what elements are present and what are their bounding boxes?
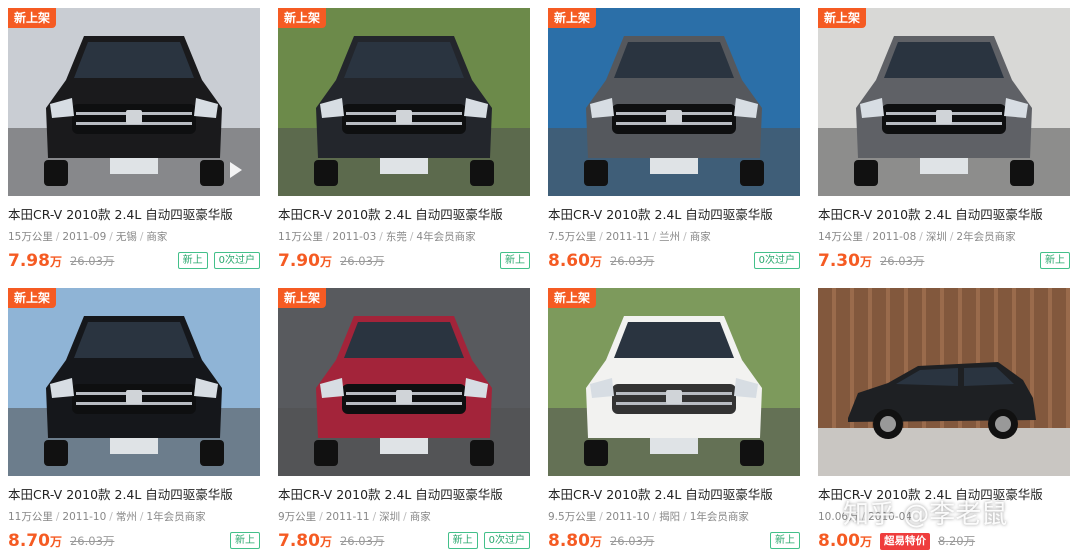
listing-tag: 新上 — [447, 532, 478, 549]
new-listing-badge: 新上架 — [8, 288, 57, 308]
listing-tags: 新上 — [230, 532, 260, 549]
listing-title[interactable]: 本田CR-V 2010款 2.4L 自动四驱豪华版 — [8, 206, 260, 224]
car-photo[interactable]: 新上架 — [278, 288, 530, 476]
listing-tags: 新上 — [770, 532, 800, 549]
price-row: 7.90万 26.03万 新上 — [278, 250, 530, 272]
listing-meta: 9.5万公里/2011-10/揭阳/1年会员商家 — [548, 511, 749, 523]
listing-tag: 0次过户 — [483, 532, 530, 549]
price-row: 8.80万 26.03万 新上 — [548, 530, 800, 552]
listing-meta: 11万公里/2011-03/东莞/4年会员商家 — [278, 231, 476, 243]
listing-grid: 新上架 本田CR-V 2010款 2.4L 自动四驱豪华版 15万公里/2011-0… — [8, 8, 1072, 559]
listing-tag: 0次过户 — [213, 252, 260, 269]
watermark: 知乎 @李老鼠 — [843, 500, 1008, 530]
special-price-badge: 超易特价 — [879, 532, 930, 550]
original-price: 8.20万 — [937, 534, 976, 548]
listing-tags: 新上 — [1040, 252, 1070, 269]
original-price: 26.03万 — [339, 254, 385, 268]
listing-title[interactable]: 本田CR-V 2010款 2.4L 自动四驱豪华版 — [548, 486, 800, 504]
listing-tag: 新上 — [500, 252, 530, 269]
price: 7.98万 — [8, 250, 62, 271]
price-row: 7.98万 26.03万 新上 0次过户 — [8, 250, 260, 272]
listing-tags: 新上 0次过户 — [177, 252, 260, 269]
listing-title[interactable]: 本田CR-V 2010款 2.4L 自动四驱豪华版 — [278, 206, 530, 224]
original-price: 26.03万 — [609, 254, 655, 268]
listing-meta: 14万公里/2011-08/深圳/2年会员商家 — [818, 231, 1016, 243]
listing-tag: 新上 — [770, 532, 800, 549]
listing-card[interactable]: 新上架本田CR-V 2010款 2.4L 自动四驱豪华版 11万公里/2011-0… — [278, 8, 530, 280]
listing-card[interactable]: 新上架本田CR-V 2010款 2.4L 自动四驱豪华版 15万公里/2011-0… — [8, 8, 260, 280]
car-photo[interactable] — [818, 288, 1070, 476]
price: 7.80万 — [278, 530, 332, 551]
price-row: 8.70万 26.03万 新上 — [8, 530, 260, 552]
new-listing-badge: 新上架 — [278, 288, 327, 308]
car-photo[interactable]: 新上架 — [548, 8, 800, 196]
price: 8.70万 — [8, 530, 62, 551]
listing-meta: 15万公里/2011-09/无锡 / 商家 — [8, 231, 168, 243]
listing-meta: 7.5万公里/2011-11/兰州 / 商家 — [548, 231, 711, 243]
original-price: 26.03万 — [339, 534, 385, 548]
listing-card[interactable]: 新上架本田CR-V 2010款 2.4L 自动四驱豪华版 9万公里/2011-11… — [278, 288, 530, 559]
listing-title[interactable]: 本田CR-V 2010款 2.4L 自动四驱豪华版 — [278, 486, 530, 504]
listing-card[interactable]: 新上架本田CR-V 2010款 2.4L 自动四驱豪华版 7.5万公里/2011-… — [548, 8, 800, 280]
car-photo[interactable]: 新上架 — [548, 288, 800, 476]
listing-title[interactable]: 本田CR-V 2010款 2.4L 自动四驱豪华版 — [818, 206, 1070, 224]
price: 8.00万 — [818, 530, 872, 551]
original-price: 26.03万 — [69, 534, 115, 548]
car-photo[interactable]: 新上架 — [278, 8, 530, 196]
listing-card[interactable]: 新上架本田CR-V 2010款 2.4L 自动四驱豪华版 14万公里/2011-0… — [818, 8, 1070, 280]
car-photo[interactable]: 新上架 — [8, 8, 260, 196]
listing-meta: 9万公里/2011-11/深圳 / 商家 — [278, 511, 431, 523]
price-row: 8.60万 26.03万 0次过户 — [548, 250, 800, 272]
price: 7.90万 — [278, 250, 332, 271]
car-photo[interactable]: 新上架 — [818, 8, 1070, 196]
new-listing-badge: 新上架 — [548, 288, 597, 308]
price-row: 7.80万 26.03万 新上 0次过户 — [278, 530, 530, 552]
listing-tag: 新上 — [177, 252, 208, 269]
listing-card[interactable]: 新上架本田CR-V 2010款 2.4L 自动四驱豪华版 11万公里/2011-1… — [8, 288, 260, 559]
original-price: 26.03万 — [609, 534, 655, 548]
listing-tag: 新上 — [230, 532, 260, 549]
listing-tags: 新上 — [500, 252, 530, 269]
new-listing-badge: 新上架 — [818, 8, 867, 28]
play-icon[interactable] — [230, 162, 242, 178]
new-listing-badge: 新上架 — [8, 8, 57, 28]
price-row: 8.00万 超易特价 8.20万 — [818, 530, 1070, 552]
original-price: 26.03万 — [879, 254, 925, 268]
price: 8.80万 — [548, 530, 602, 551]
listing-title[interactable]: 本田CR-V 2010款 2.4L 自动四驱豪华版 — [548, 206, 800, 224]
original-price: 26.03万 — [69, 254, 115, 268]
listing-tags: 新上 0次过户 — [447, 532, 530, 549]
listing-meta: 11万公里/2011-10/常州/1年会员商家 — [8, 511, 206, 523]
price: 7.30万 — [818, 250, 872, 271]
listing-card[interactable]: 新上架本田CR-V 2010款 2.4L 自动四驱豪华版 9.5万公里/2011-… — [548, 288, 800, 559]
listing-tags: 0次过户 — [753, 252, 800, 269]
listing-tag: 新上 — [1040, 252, 1070, 269]
car-photo[interactable]: 新上架 — [8, 288, 260, 476]
listing-tag: 0次过户 — [753, 252, 800, 269]
new-listing-badge: 新上架 — [548, 8, 597, 28]
price: 8.60万 — [548, 250, 602, 271]
new-listing-badge: 新上架 — [278, 8, 327, 28]
listing-title[interactable]: 本田CR-V 2010款 2.4L 自动四驱豪华版 — [8, 486, 260, 504]
price-row: 7.30万 26.03万 新上 — [818, 250, 1070, 272]
